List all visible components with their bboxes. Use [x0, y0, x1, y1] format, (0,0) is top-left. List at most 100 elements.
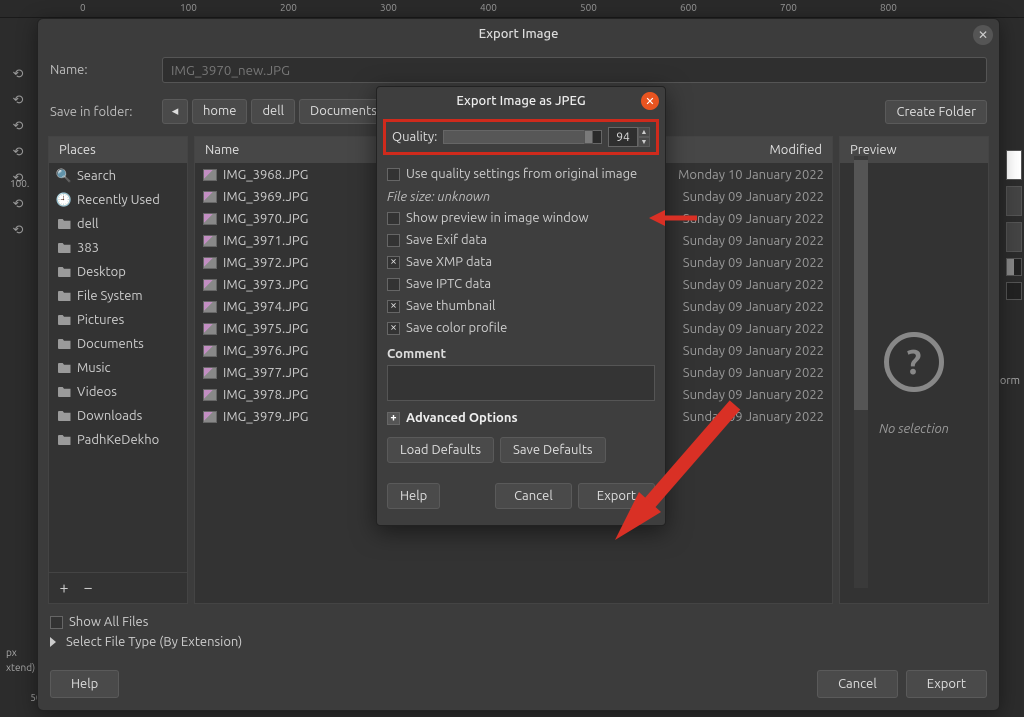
dialog-title: Export Image: [479, 27, 559, 41]
places-item[interactable]: 🕘Recently Used: [49, 188, 187, 212]
export-button[interactable]: Export: [906, 670, 987, 698]
places-item[interactable]: Desktop: [49, 260, 187, 284]
file-name: IMG_3976.JPG: [223, 344, 308, 358]
preview-text: No selection: [879, 422, 949, 436]
file-name: IMG_3975.JPG: [223, 322, 308, 336]
jpeg-title: Export Image as JPEG: [456, 94, 585, 108]
advanced-options-expander[interactable]: + Advanced Options: [387, 401, 655, 431]
places-item[interactable]: Downloads: [49, 404, 187, 428]
jpeg-cancel-button[interactable]: Cancel: [495, 483, 572, 509]
places-item[interactable]: dell: [49, 212, 187, 236]
file-date: Sunday 09 January 2022: [683, 212, 824, 226]
select-file-type-expander[interactable]: Select File Type (By Extension): [50, 632, 987, 652]
tool-icon[interactable]: ⟲: [2, 218, 34, 242]
save-thumbnail-checkbox[interactable]: Save thumbnail: [387, 295, 655, 317]
places-item[interactable]: 🔍Search: [49, 164, 187, 188]
places-item-label: File System: [77, 289, 143, 303]
checkbox-icon: [387, 278, 400, 291]
help-button[interactable]: Help: [50, 670, 119, 698]
files-scrollbar[interactable]: [854, 156, 868, 588]
tool-icon[interactable]: ⟲: [2, 192, 34, 216]
cancel-button[interactable]: Cancel: [817, 670, 898, 698]
file-date: Sunday 09 January 2022: [683, 190, 824, 204]
file-date: Sunday 09 January 2022: [683, 234, 824, 248]
places-item-label: Recently Used: [77, 193, 160, 207]
places-item[interactable]: Documents: [49, 332, 187, 356]
checkbox-icon: [50, 616, 63, 629]
tool-icon[interactable]: ⟲: [2, 88, 34, 112]
places-item-label: Pictures: [77, 313, 124, 327]
file-date: Sunday 09 January 2022: [683, 300, 824, 314]
add-bookmark-button[interactable]: +: [55, 579, 73, 597]
tool-icon[interactable]: ⟲: [2, 62, 34, 86]
folder-icon: [57, 242, 71, 254]
remove-bookmark-button[interactable]: −: [79, 579, 97, 597]
dock-swatch[interactable]: [1006, 282, 1022, 300]
folder-icon: [57, 410, 71, 422]
places-item[interactable]: PadhKeDekho: [49, 428, 187, 452]
places-item[interactable]: Videos: [49, 380, 187, 404]
jpeg-titlebar: Export Image as JPEG ✕: [377, 87, 665, 115]
tool-icon[interactable]: ⟲: [2, 114, 34, 138]
file-date: Sunday 09 January 2022: [683, 388, 824, 402]
save-xmp-checkbox[interactable]: Save XMP data: [387, 251, 655, 273]
jpeg-help-button[interactable]: Help: [387, 483, 440, 509]
filesize-text: File size: unknown: [387, 185, 655, 207]
breadcrumb-item[interactable]: home: [192, 99, 247, 124]
ruler-mark-left: 100.: [10, 178, 29, 189]
dock-swatch[interactable]: [1006, 150, 1022, 180]
comment-textarea[interactable]: [387, 365, 655, 401]
breadcrumb-item[interactable]: Documents: [299, 99, 388, 124]
image-thumbnail-icon: [203, 301, 217, 313]
save-iptc-checkbox[interactable]: Save IPTC data: [387, 273, 655, 295]
places-item[interactable]: 383: [49, 236, 187, 260]
quality-spinbox[interactable]: ▲▼: [608, 127, 650, 147]
save-color-profile-checkbox[interactable]: Save color profile: [387, 317, 655, 339]
save-in-label: Save in folder:: [50, 105, 150, 119]
breadcrumb-item[interactable]: dell: [251, 99, 295, 124]
file-date: Sunday 09 January 2022: [683, 256, 824, 270]
checkbox-icon: [387, 300, 400, 313]
places-item-label: 383: [77, 241, 99, 255]
places-item-label: Downloads: [77, 409, 142, 423]
file-name: IMG_3973.JPG: [223, 278, 308, 292]
dialog-titlebar: Export Image ✕: [38, 19, 999, 49]
save-defaults-button[interactable]: Save Defaults: [500, 437, 606, 463]
places-item[interactable]: File System: [49, 284, 187, 308]
file-name: IMG_3968.JPG: [223, 168, 308, 182]
show-all-files-checkbox[interactable]: Show All Files: [50, 612, 987, 632]
places-panel: Places 🔍Search🕘Recently Useddell 383 Deskt…: [48, 136, 188, 604]
dock-swatch[interactable]: [1006, 186, 1022, 216]
tool-icon[interactable]: ⟲: [2, 140, 34, 164]
save-exif-checkbox[interactable]: Save Exif data: [387, 229, 655, 251]
filename-input[interactable]: [162, 57, 987, 83]
spin-down-icon[interactable]: ▼: [638, 137, 650, 147]
quality-input[interactable]: [608, 127, 638, 147]
create-folder-button[interactable]: Create Folder: [885, 100, 987, 124]
quality-slider[interactable]: [443, 130, 602, 144]
dock-swatch[interactable]: [1006, 222, 1022, 252]
show-preview-checkbox[interactable]: Show preview in image window: [387, 207, 655, 229]
file-date: Sunday 09 January 2022: [683, 344, 824, 358]
use-original-quality-checkbox[interactable]: Use quality settings from original image: [387, 163, 655, 185]
breadcrumb-back-icon[interactable]: ◂: [162, 99, 188, 124]
load-defaults-button[interactable]: Load Defaults: [387, 437, 494, 463]
places-item-label: Videos: [77, 385, 117, 399]
close-icon[interactable]: ✕: [641, 92, 659, 110]
canvas-ruler: 0 100 200 300 400 500 600 700 800: [0, 0, 1024, 18]
places-item-label: Desktop: [77, 265, 126, 279]
folder-icon: [57, 386, 71, 398]
places-item[interactable]: Pictures: [49, 308, 187, 332]
file-name: IMG_3978.JPG: [223, 388, 308, 402]
places-header: Places: [49, 137, 187, 164]
question-icon: ?: [884, 332, 944, 392]
dock-swatch[interactable]: [1006, 258, 1022, 276]
file-date: Sunday 09 January 2022: [683, 366, 824, 380]
jpeg-export-button[interactable]: Export: [578, 483, 655, 509]
places-item[interactable]: Music: [49, 356, 187, 380]
folder-icon: [57, 266, 71, 278]
image-thumbnail-icon: [203, 323, 217, 335]
spin-up-icon[interactable]: ▲: [638, 127, 650, 137]
image-thumbnail-icon: [203, 345, 217, 357]
close-icon[interactable]: ✕: [973, 25, 993, 45]
